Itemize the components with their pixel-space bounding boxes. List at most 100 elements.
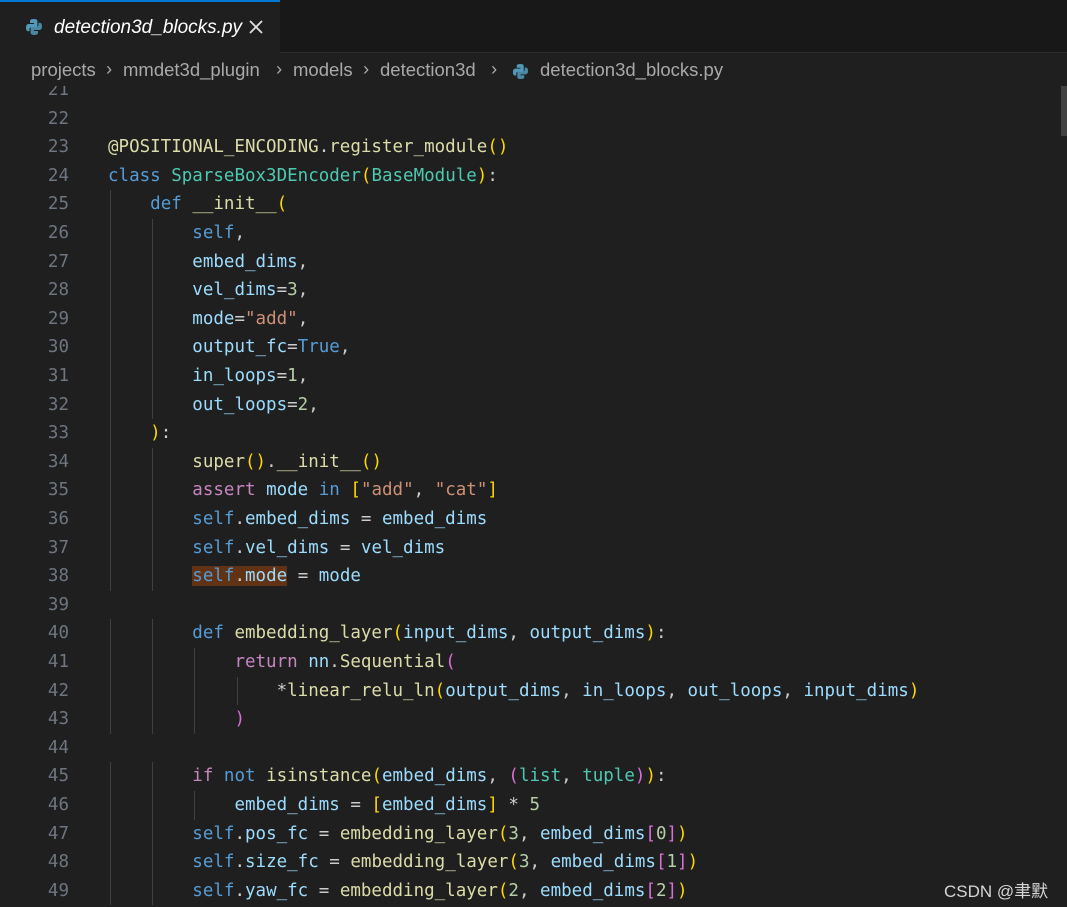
- line-number: 24: [47, 165, 69, 186]
- indent-guide: [110, 848, 111, 877]
- line-number: 22: [47, 108, 69, 129]
- indent-guide: [110, 791, 111, 820]
- indent-guide: [152, 791, 154, 820]
- line-number: 45: [47, 766, 69, 787]
- indent-guide: [152, 304, 154, 334]
- line-code: ): [234, 709, 245, 730]
- indent-guide: [152, 876, 154, 906]
- code-line[interactable]: 27 embed_dims,: [0, 247, 1067, 277]
- indent-guide: [110, 304, 111, 334]
- code-line[interactable]: 37 self.vel_dims = vel_dims: [0, 533, 1067, 563]
- code-line[interactable]: 26 self,: [0, 219, 1067, 248]
- line-number: 25: [47, 194, 69, 215]
- line-number: 28: [47, 280, 69, 301]
- indent-guide: [152, 390, 154, 420]
- code-line[interactable]: 32 out_loops=2,: [0, 390, 1067, 420]
- indent-guide: [110, 676, 111, 706]
- indent-guide: [152, 676, 154, 706]
- line-number: 36: [47, 509, 69, 529]
- line-number: 32: [47, 394, 69, 415]
- line-number: 37: [47, 537, 69, 558]
- tab-detection3d-blocks[interactable]: detection3d_blocks.py: [0, 0, 280, 53]
- code-line[interactable]: 36 self.embed_dims = embed_dims: [0, 505, 1067, 534]
- indent-guide: [110, 648, 111, 677]
- code-line[interactable]: 21: [0, 86, 1067, 105]
- indent-guide: [110, 390, 111, 420]
- code-line[interactable]: 47 self.pos_fc = embedding_layer(3, embe…: [0, 819, 1067, 849]
- indent-guide: [110, 533, 111, 563]
- code-line[interactable]: 33 ):: [0, 419, 1067, 448]
- code-line[interactable]: 30 output_fc=True,: [0, 333, 1067, 362]
- code-line[interactable]: 48 self.size_fc = embedding_layer(3, emb…: [0, 848, 1067, 877]
- line-number: 38: [47, 566, 69, 587]
- line-number: 29: [47, 308, 69, 329]
- code-line[interactable]: 44: [0, 734, 1067, 763]
- code-line[interactable]: 43 ): [0, 705, 1067, 734]
- indent-guide: [194, 648, 196, 677]
- code-line[interactable]: 38 self.mode = mode: [0, 562, 1067, 591]
- indent-guide: [110, 362, 111, 391]
- line-number: 31: [47, 366, 69, 386]
- breadcrumb-separator: ›: [363, 58, 370, 79]
- code-line[interactable]: 45 if not isinstance(embed_dims, (list, …: [0, 762, 1067, 791]
- close-icon[interactable]: [248, 19, 264, 35]
- code-line[interactable]: 23 @POSITIONAL_ENCODING.register_module(): [0, 133, 1067, 162]
- line-number: 44: [47, 737, 69, 758]
- indent-guide: [152, 648, 154, 677]
- line-code: self.yaw_fc = embedding_layer(2, embed_d…: [192, 880, 688, 901]
- code-line[interactable]: 22: [0, 105, 1067, 134]
- indent-guide: [110, 190, 111, 219]
- line-code: self,: [192, 223, 245, 243]
- indent-guide: [110, 276, 111, 305]
- line-code: embed_dims,: [192, 251, 309, 272]
- indent-guide: [110, 562, 111, 591]
- code-line[interactable]: 29 mode="add",: [0, 304, 1067, 334]
- breadcrumb-item-mmdet3d-plugin[interactable]: mmdet3d_plugin: [123, 59, 260, 81]
- line-code: @POSITIONAL_ENCODING.register_module(): [108, 137, 509, 158]
- line-number: 21: [47, 86, 69, 100]
- code-line[interactable]: 46 embed_dims = [embed_dims] * 5: [0, 791, 1067, 820]
- indent-guide: [152, 533, 154, 563]
- indent-guide: [194, 676, 196, 706]
- indent-guide: [152, 219, 154, 248]
- line-code: self.pos_fc = embedding_layer(3, embed_d…: [192, 823, 688, 844]
- code-line[interactable]: 28 vel_dims=3,: [0, 276, 1067, 305]
- line-number: 42: [47, 680, 69, 701]
- indent-guide: [110, 447, 111, 477]
- indent-guide: [110, 705, 111, 734]
- code-line[interactable]: 25 def __init__(: [0, 190, 1067, 219]
- code-line[interactable]: 42 *linear_relu_ln(output_dims, in_loops…: [0, 676, 1067, 706]
- line-number: 48: [47, 852, 69, 873]
- code-line[interactable]: 41 return nn.Sequential(: [0, 648, 1067, 677]
- tab-label: detection3d_blocks.py: [54, 17, 243, 38]
- code-line[interactable]: 31 in_loops=1,: [0, 362, 1067, 391]
- breadcrumb-item-detection3d[interactable]: detection3d: [380, 59, 476, 81]
- code-line[interactable]: 35 assert mode in ["add", "cat"]: [0, 476, 1067, 505]
- line-number: 41: [47, 652, 69, 672]
- line-code: if not isinstance(embed_dims, (list, tup…: [192, 766, 667, 787]
- code-line[interactable]: 49 self.yaw_fc = embedding_layer(2, embe…: [0, 876, 1067, 906]
- indent-guide: [152, 619, 154, 648]
- line-code: super().__init__(): [192, 451, 383, 472]
- code-line[interactable]: 39: [0, 591, 1067, 620]
- indent-guide: [152, 447, 154, 477]
- vertical-scrollbar[interactable]: [1061, 86, 1067, 136]
- line-code: def embedding_layer(input_dims, output_d…: [192, 623, 667, 644]
- breadcrumb-item-models[interactable]: models: [293, 59, 353, 81]
- code-line[interactable]: 34 super().__init__(): [0, 447, 1067, 477]
- line-code: output_fc=True,: [192, 337, 351, 358]
- breadcrumb-item-file[interactable]: detection3d_blocks.py: [540, 59, 723, 81]
- indent-guide: [110, 619, 111, 648]
- indent-guide: [152, 562, 154, 591]
- indent-guide: [110, 247, 111, 277]
- breadcrumb-separator: ›: [491, 58, 498, 79]
- code-line[interactable]: 40 def embedding_layer(input_dims, outpu…: [0, 619, 1067, 648]
- code-editor[interactable]: 21 22 23 @POSITIONAL_ENCODING.register_modu…: [0, 86, 1067, 907]
- line-number: 30: [47, 337, 69, 358]
- watermark: CSDN @聿默: [944, 882, 1049, 901]
- breadcrumb: projects › mmdet3d_plugin › models › det…: [0, 55, 1067, 87]
- line-number: 23: [47, 137, 69, 158]
- breadcrumb-item-projects[interactable]: projects: [31, 59, 96, 81]
- code-line[interactable]: 24 class SparseBox3DEncoder(BaseModule):: [0, 162, 1067, 191]
- line-code: ):: [150, 423, 172, 444]
